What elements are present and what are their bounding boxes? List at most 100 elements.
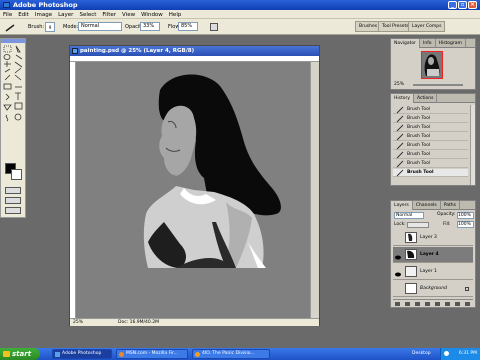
history-item-label: Brush Tool — [407, 107, 431, 112]
document-status-bar: 25% Doc: 16.9M/40.2M — [70, 318, 319, 326]
doc-size-info: Doc: 16.9M/40.2M — [118, 320, 159, 325]
lock-label: Lock: — [394, 222, 406, 227]
screen-mode-icon[interactable] — [5, 197, 21, 204]
toolbox-header — [1, 39, 25, 43]
fill-field[interactable]: 100% — [457, 221, 474, 228]
close-button[interactable]: × — [468, 1, 477, 9]
firefox-icon — [119, 352, 124, 357]
layer-name[interactable]: Layer 1 — [420, 264, 437, 280]
history-item[interactable]: Brush Tool — [393, 160, 468, 168]
background-color-swatch[interactable] — [11, 169, 22, 180]
windows-logo-icon — [3, 351, 10, 357]
restore-button[interactable]: ▫ — [458, 1, 467, 9]
well-layer-comps[interactable]: Layer Comps — [408, 21, 446, 32]
volume-icon[interactable] — [444, 351, 449, 356]
brush-tool-preset-icon[interactable] — [4, 23, 16, 32]
layer-name[interactable]: Layer 3 — [420, 230, 437, 246]
blend-mode-select[interactable]: Normal — [394, 212, 424, 219]
history-scrollbar[interactable] — [470, 105, 475, 185]
eye-icon[interactable] — [395, 235, 401, 240]
taskbar-item-media-player[interactable]: 4IO. The Panic Divisio... — [192, 349, 270, 359]
layer-name[interactable]: Background — [420, 281, 447, 297]
layer-thumbnail — [405, 266, 417, 277]
history-item-label: Brush Tool — [407, 125, 431, 130]
taskbar-item-label: MSN.com - Mozilla Fir... — [126, 351, 178, 356]
history-item-label: Brush Tool — [407, 143, 431, 148]
history-item-label: Brush Tool — [407, 161, 431, 166]
navigator-tabs: Navigator Info Histogram — [391, 39, 475, 48]
flow-field[interactable]: 85% — [178, 22, 198, 31]
options-bar: Brush: 9 Mode: Normal Opacity: 33% Flow:… — [0, 19, 480, 35]
vertical-scrollbar[interactable] — [310, 62, 319, 318]
brush-size-picker[interactable]: 9 — [45, 22, 55, 32]
tab-layers[interactable]: Layers — [391, 201, 413, 210]
opacity-field[interactable]: 33% — [140, 22, 160, 31]
lock-icons[interactable] — [407, 222, 429, 228]
tab-actions[interactable]: Actions — [414, 94, 438, 103]
navigator-thumbnail[interactable] — [421, 51, 443, 79]
navigator-panel: Navigator Info Histogram 25% — [390, 38, 476, 90]
tab-navigator[interactable]: Navigator — [391, 39, 421, 48]
clock: 6:31 PM — [458, 351, 477, 356]
tool-icons[interactable] — [3, 45, 25, 145]
navigator-zoom[interactable]: 25% — [394, 82, 404, 87]
document-title: painting.psd @ 25% (Layer 4, RGB/8) — [80, 48, 195, 54]
layer-thumbnail — [405, 249, 417, 260]
fill-label: Fill: — [443, 222, 451, 227]
photoshop-icon — [55, 352, 60, 357]
history-item[interactable]: Brush Tool — [393, 124, 468, 132]
window-title: Adobe Photoshop — [13, 1, 78, 9]
tab-paths[interactable]: Paths — [441, 201, 460, 210]
document-icon — [72, 48, 78, 54]
minimize-button[interactable]: _ — [448, 1, 457, 9]
taskbar-item-label: Adobe Photoshop — [62, 351, 102, 356]
layer-row-background[interactable]: Background — [393, 281, 473, 297]
layer-row-layer-1[interactable]: Layer 1 — [393, 264, 473, 280]
start-label: start — [12, 350, 32, 358]
start-button[interactable]: start — [0, 348, 40, 360]
layer-opacity-field[interactable]: 100% — [457, 212, 474, 219]
eye-icon[interactable] — [395, 269, 401, 277]
layer-row-layer-4[interactable]: Layer 4 — [393, 247, 473, 263]
taskbar-item-firefox[interactable]: MSN.com - Mozilla Fir... — [116, 349, 188, 359]
mode-label: Mode: — [63, 24, 79, 30]
painting-artwork — [76, 62, 310, 318]
document-window: painting.psd @ 25% (Layer 4, RGB/8) 25% … — [69, 45, 320, 326]
taskbar: start Adobe Photoshop MSN.com - Mozilla … — [0, 348, 480, 360]
mode-select[interactable]: Normal — [78, 22, 122, 31]
media-player-icon — [195, 352, 200, 357]
taskbar-item-photoshop[interactable]: Adobe Photoshop — [52, 349, 112, 359]
eye-icon[interactable] — [395, 252, 401, 260]
layer-row-layer-3[interactable]: Layer 3 — [393, 230, 473, 246]
history-item[interactable]: Brush Tool — [393, 142, 468, 150]
canvas[interactable] — [76, 62, 310, 318]
tab-info[interactable]: Info — [420, 39, 436, 48]
eye-icon[interactable] — [395, 286, 401, 291]
jump-to-imageready-icon[interactable] — [5, 207, 21, 214]
layers-bottom-toolbar[interactable] — [393, 299, 473, 307]
quick-mask-icon[interactable] — [5, 187, 21, 194]
toolbox — [0, 38, 26, 218]
layer-opacity-label: Opacity: — [437, 212, 456, 217]
history-item[interactable]: Brush Tool — [393, 151, 468, 159]
tab-channels[interactable]: Channels — [413, 201, 441, 210]
airbrush-toggle-icon[interactable] — [210, 23, 218, 31]
history-item-label: Brush Tool — [407, 152, 431, 157]
navigator-zoom-slider[interactable] — [413, 84, 463, 86]
document-title-bar: painting.psd @ 25% (Layer 4, RGB/8) — [70, 46, 319, 56]
tab-histogram[interactable]: Histogram — [436, 39, 466, 48]
photoshop-app-icon — [3, 2, 10, 8]
zoom-level[interactable]: 25% — [73, 319, 83, 327]
layer-thumbnail — [405, 232, 417, 243]
history-item-current[interactable]: Brush Tool — [393, 169, 468, 177]
tab-history[interactable]: History — [391, 94, 415, 103]
layer-name[interactable]: Layer 4 — [420, 247, 439, 263]
system-tray: 6:31 PM — [440, 348, 480, 360]
desktop-toolbar-label[interactable]: Desktop — [412, 348, 431, 360]
layers-panel: Layers Channels Paths Normal Opacity: 100%… — [390, 200, 476, 308]
history-item[interactable]: Brush Tool — [393, 133, 468, 141]
lock-icon — [465, 287, 469, 291]
history-item[interactable]: Brush Tool — [393, 115, 468, 123]
history-item[interactable]: Brush Tool — [393, 106, 468, 114]
history-tabs: History Actions — [391, 94, 475, 103]
